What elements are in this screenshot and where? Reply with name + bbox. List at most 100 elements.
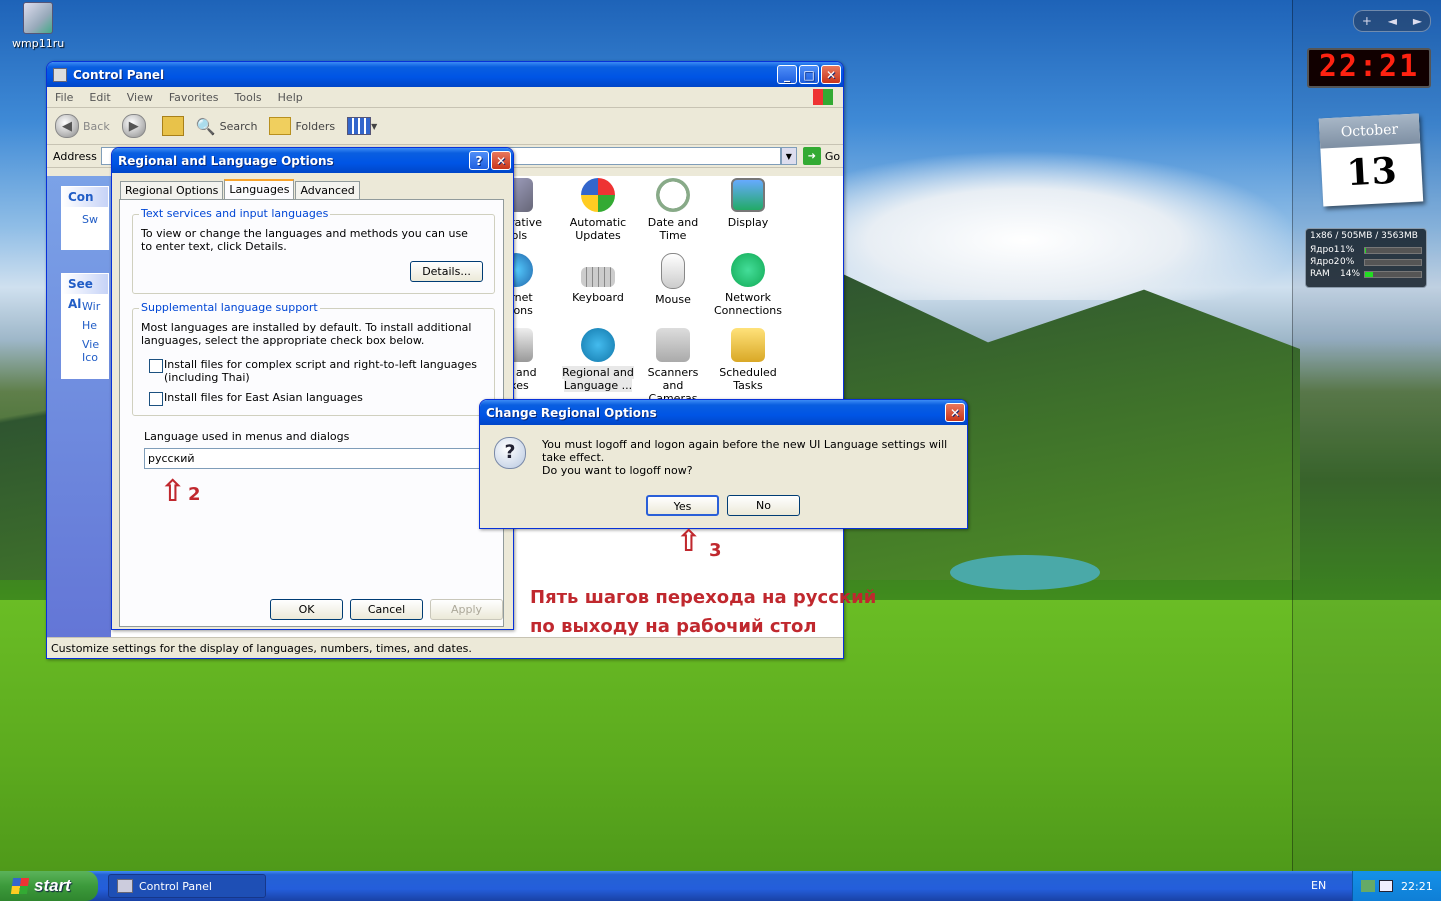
window-title: Control Panel: [73, 67, 165, 82]
taskbar-button-label: Control Panel: [139, 879, 212, 893]
annotation-line-1: Пять шагов перехода на русский: [530, 587, 877, 608]
go-label[interactable]: Go: [825, 150, 840, 163]
lake: [950, 555, 1100, 590]
tab-advanced[interactable]: Advanced: [295, 181, 360, 200]
cancel-button[interactable]: Cancel: [350, 599, 423, 620]
ok-button[interactable]: OK: [270, 599, 343, 620]
east-asian-checkbox[interactable]: [149, 392, 163, 406]
close-button[interactable]: ✕: [491, 151, 511, 170]
languages-tab-panel: Text services and input languages To vie…: [119, 199, 504, 627]
regional-globe-icon: [581, 328, 615, 362]
tray-monitor-icon[interactable]: [1379, 880, 1393, 892]
see-also-item[interactable]: He: [62, 313, 108, 332]
cpu-row-pct: 0%: [1340, 257, 1355, 267]
up-folder-button[interactable]: [161, 116, 184, 136]
cp-icon-mouse[interactable]: Mouse: [636, 253, 710, 306]
menu-tools[interactable]: Tools: [235, 91, 262, 104]
close-button[interactable]: ✕: [945, 403, 965, 422]
language-indicator[interactable]: EN: [1311, 879, 1326, 892]
menu-file[interactable]: File: [55, 91, 73, 104]
address-dropdown-icon[interactable]: ▼: [780, 147, 797, 165]
desktop: wmp11ru + ◄ ► 22:21 October 13 1x86 / 50…: [0, 0, 1441, 871]
task-pane: Con Sw See Al Wir He Vie Ico: [47, 176, 111, 646]
folders-button[interactable]: Folders: [269, 117, 335, 135]
cp-icon-automatic-updates[interactable]: Automatic Updates: [561, 178, 635, 242]
complex-script-checkbox[interactable]: [149, 359, 163, 373]
cpu-row-label: Ядро2: [1310, 257, 1340, 267]
control-panel-titlebar[interactable]: Control Panel _ □ ✕: [47, 62, 843, 87]
dialog-title: Change Regional Options: [486, 405, 657, 420]
search-button[interactable]: 🔍 Search: [196, 117, 258, 136]
minimize-button[interactable]: _: [777, 65, 797, 84]
status-bar: Customize settings for the display of la…: [47, 637, 843, 658]
chevron-down-icon: ▼: [371, 121, 378, 131]
no-button[interactable]: No: [727, 495, 800, 516]
menu-help[interactable]: Help: [278, 91, 303, 104]
tab-regional-options[interactable]: Regional Options: [120, 181, 224, 200]
regional-language-dialog: Regional and Language Options ? ✕ Region…: [111, 147, 514, 630]
taskbar-button-control-panel[interactable]: Control Panel: [108, 874, 266, 898]
control-panel-small-icon: [117, 879, 133, 893]
yes-button[interactable]: Yes: [646, 495, 719, 516]
media-player-icon: [23, 2, 53, 34]
start-button[interactable]: start: [0, 871, 98, 901]
forward-button[interactable]: ▶: [121, 114, 150, 138]
see-also-item[interactable]: Vie: [62, 332, 108, 351]
forward-arrow-icon: ▶: [121, 114, 146, 138]
menu-view[interactable]: View: [127, 91, 153, 104]
tray-clock[interactable]: 22:21: [1401, 880, 1433, 893]
toolbar: ◀ Back ▶ 🔍 Search Folders ▼: [47, 108, 843, 145]
details-button[interactable]: Details...: [410, 261, 483, 282]
maximize-button[interactable]: □: [799, 65, 819, 84]
close-button[interactable]: ✕: [821, 65, 841, 84]
change-dialog-titlebar[interactable]: Change Regional Options ✕: [480, 400, 967, 425]
gadget-sidebar: + ◄ ► 22:21 October 13 1x86 / 505MB / 35…: [1292, 0, 1441, 871]
help-button[interactable]: ?: [469, 151, 489, 170]
dialog-title: Regional and Language Options: [118, 153, 334, 168]
control-panel-title-icon: [53, 67, 67, 82]
add-gadget-button[interactable]: +: [1362, 14, 1372, 28]
menu-edit[interactable]: Edit: [89, 91, 110, 104]
question-icon: ?: [494, 437, 526, 469]
prev-page-button[interactable]: ◄: [1388, 14, 1397, 28]
see-also-item[interactable]: Ico: [62, 351, 108, 364]
tab-strip: Regional Options Languages Advanced: [120, 179, 361, 202]
go-arrow-icon[interactable]: ➜: [802, 147, 821, 165]
group-description: To view or change the languages and meth…: [141, 227, 468, 253]
east-asian-label[interactable]: Install files for East Asian languages: [164, 391, 363, 404]
menu-favorites[interactable]: Favorites: [169, 91, 219, 104]
ui-language-select[interactable]: русский: [144, 448, 483, 469]
cpu-row-label: RAM: [1310, 269, 1330, 279]
desktop-icon-wmp11ru[interactable]: wmp11ru: [12, 2, 64, 50]
regional-dialog-titlebar[interactable]: Regional and Language Options ? ✕: [112, 148, 513, 173]
digital-clock-gadget: 22:21: [1307, 48, 1431, 88]
views-button[interactable]: ▼: [347, 117, 377, 135]
back-button[interactable]: ◀ Back: [55, 114, 110, 138]
monitor-icon: [731, 178, 765, 212]
cp-icon-scheduled-tasks[interactable]: Scheduled Tasks: [711, 328, 785, 392]
text-services-group: Text services and input languages To vie…: [132, 207, 495, 294]
next-page-button[interactable]: ►: [1413, 14, 1422, 28]
cp-icon-date-and-time[interactable]: Date and Time: [636, 178, 710, 242]
cp-icon-keyboard[interactable]: Keyboard: [561, 253, 635, 304]
switch-view-link[interactable]: Sw: [62, 207, 108, 226]
cp-icon-label: Keyboard: [572, 291, 624, 304]
back-arrow-icon: ◀: [55, 114, 79, 138]
complex-script-label[interactable]: Install files for complex script and rig…: [164, 358, 489, 384]
cpu-header: 1x86 / 505MB / 3563MB: [1310, 231, 1418, 241]
cp-icon-scanners-and-cameras[interactable]: Scanners and Cameras: [636, 328, 710, 405]
calendar-day: 13: [1345, 149, 1398, 195]
cp-icon-label: Date and Time: [647, 216, 699, 242]
cpu-row: Ядро2 0%: [1310, 256, 1422, 268]
control-panel-task-box: Con Sw: [61, 186, 109, 250]
cp-icon-label: Automatic Updates: [569, 216, 627, 242]
windows-update-icon: [581, 178, 615, 212]
change-regional-options-dialog: Change Regional Options ✕ ? You must log…: [479, 399, 968, 529]
cp-icon-network-connections[interactable]: Network Connections: [711, 253, 785, 317]
cp-icon-regional-and-language[interactable]: Regional and Language ...: [561, 328, 635, 392]
desktop-icon-label: wmp11ru: [12, 37, 65, 50]
windows-logo-icon: [10, 878, 30, 894]
cp-icon-label: Mouse: [655, 293, 691, 306]
tray-network-icon[interactable]: [1361, 880, 1375, 892]
cp-icon-display[interactable]: Display: [711, 178, 785, 229]
